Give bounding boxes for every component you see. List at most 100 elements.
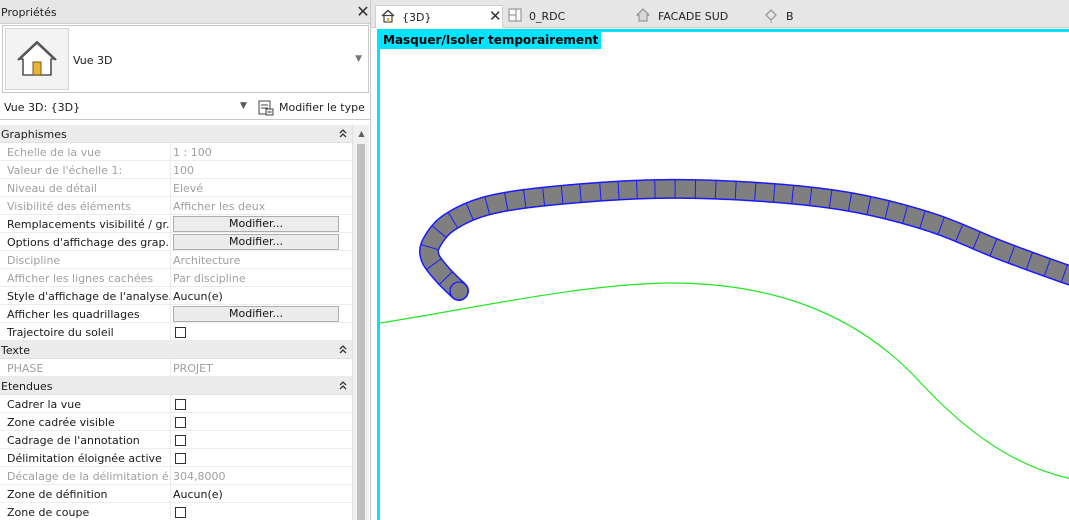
property-group-header[interactable]: Texte <box>0 341 352 359</box>
property-group-header[interactable]: Etendues <box>0 377 352 395</box>
property-row: Niveau de détail Elevé <box>0 179 352 197</box>
tab-3d[interactable]: {3D} ✕ <box>375 5 503 28</box>
property-row: Zone de définition Aucun(e) <box>0 485 352 503</box>
property-row: Zone de coupe <box>0 503 352 520</box>
collapse-icon[interactable] <box>338 379 348 394</box>
property-row: Afficher les quadrillages Modifier... <box>0 305 352 323</box>
property-name: Valeur de l'échelle 1: <box>7 164 123 177</box>
property-name: Afficher les lignes cachées <box>7 272 154 285</box>
property-row: Visibilité des éléments Afficher les deux <box>0 197 352 215</box>
tab-b[interactable]: B <box>761 5 821 27</box>
instance-selector: Vue 3D: {3D} ▼ Modifier le type <box>0 96 370 120</box>
instance-dropdown[interactable]: Vue 3D: {3D} <box>4 101 80 114</box>
close-icon[interactable]: ✕ <box>355 3 370 21</box>
terrain-curve <box>380 282 1069 479</box>
property-group-label: Etendues <box>1 380 53 393</box>
close-icon[interactable]: ✕ <box>489 7 502 25</box>
house-icon <box>380 8 396 24</box>
type-name: Vue 3D <box>73 54 113 67</box>
properties-title: Propriétés <box>1 6 57 19</box>
property-checkbox[interactable] <box>175 399 186 410</box>
collapse-icon[interactable] <box>338 343 348 358</box>
edit-type-icon[interactable] <box>257 99 275 117</box>
property-row: Cadrer la vue <box>0 395 352 413</box>
section-icon <box>763 7 779 23</box>
edit-type-button[interactable]: Modifier le type <box>279 101 365 114</box>
property-row: Zone cadrée visible <box>0 413 352 431</box>
property-row: Options d'affichage des grap... Modifier.… <box>0 233 352 251</box>
property-checkbox[interactable] <box>175 435 186 446</box>
property-name: Zone de coupe <box>7 506 90 519</box>
elevation-icon <box>635 7 651 23</box>
property-name: Options d'affichage des grap... <box>7 236 170 249</box>
tab-label: 0_RDC <box>529 10 566 23</box>
property-name: Décalage de la délimitation é... <box>7 470 170 483</box>
scroll-up-arrow-icon[interactable]: ▲ <box>353 125 370 142</box>
property-name: Zone de définition <box>7 488 108 501</box>
property-checkbox[interactable] <box>175 417 186 428</box>
property-name: Niveau de détail <box>7 182 97 195</box>
type-selector[interactable]: Vue 3D ▼ <box>2 25 369 93</box>
properties-palette: Propriétés ✕ Vue 3D ▼ Vue 3D: {3D} ▼ Mod… <box>0 0 371 520</box>
property-value[interactable]: Aucun(e) <box>173 488 223 501</box>
property-name: Style d'affichage de l'analyse... <box>7 290 170 303</box>
property-name: Délimitation éloignée active <box>7 452 162 465</box>
tab-facade-sud[interactable]: FACADE SUD <box>635 5 755 27</box>
temporary-hide-isolate-banner: Masquer/Isoler temporairement <box>380 32 602 49</box>
property-row: Cadrage de l'annotation <box>0 431 352 449</box>
house-icon <box>5 28 69 90</box>
view-tab-bar: {3D} ✕ 0_RDC FACADE SUD B <box>371 0 1069 28</box>
scrollbar-thumb[interactable] <box>357 144 365 520</box>
tab-0-rdc[interactable]: 0_RDC <box>505 5 615 27</box>
property-checkbox[interactable] <box>175 327 186 338</box>
chevron-down-icon[interactable]: ▼ <box>355 54 362 64</box>
property-row: Valeur de l'échelle 1: 100 <box>0 161 352 179</box>
property-checkbox[interactable] <box>175 507 186 518</box>
tab-label: B <box>786 10 794 23</box>
curved-pipe <box>419 178 1069 301</box>
edit-button[interactable]: Modifier... <box>173 216 339 232</box>
property-name: Trajectoire du soleil <box>7 326 114 339</box>
collapse-icon[interactable] <box>338 127 348 142</box>
property-row: Trajectoire du soleil <box>0 323 352 341</box>
property-value: Par discipline <box>173 272 246 285</box>
tab-label: {3D} <box>402 11 432 24</box>
property-name: Remplacements visibilité / gr... <box>7 218 170 231</box>
property-value: PROJET <box>173 362 213 375</box>
edit-button[interactable]: Modifier... <box>173 306 339 322</box>
property-name: PHASE <box>7 362 44 375</box>
property-row: Remplacements visibilité / gr... Modifier… <box>0 215 352 233</box>
property-group-label: Graphismes <box>1 128 67 141</box>
property-value: 1 : 100 <box>173 146 212 159</box>
edit-button[interactable]: Modifier... <box>173 234 339 250</box>
property-checkbox[interactable] <box>175 453 186 464</box>
property-row: Délimitation éloignée active <box>0 449 352 467</box>
property-group-header[interactable]: Graphismes <box>0 125 352 143</box>
property-value: Architecture <box>173 254 241 267</box>
property-row: Echelle de la vue 1 : 100 <box>0 143 352 161</box>
property-row: Discipline Architecture <box>0 251 352 269</box>
property-name: Cadrer la vue <box>7 398 82 411</box>
property-value: 100 <box>173 164 194 177</box>
property-row: PHASE PROJET <box>0 359 352 377</box>
chevron-down-icon[interactable]: ▼ <box>240 101 247 111</box>
3d-scene <box>380 178 1069 479</box>
property-name: Echelle de la vue <box>7 146 101 159</box>
properties-scrollbar[interactable]: ▲ <box>352 125 369 520</box>
floor-plan-icon <box>507 7 523 23</box>
properties-title-bar: Propriétés ✕ <box>0 0 370 24</box>
property-name: Zone cadrée visible <box>7 416 115 429</box>
property-value: Afficher les deux <box>173 200 266 213</box>
property-group-label: Texte <box>1 344 31 357</box>
property-name: Afficher les quadrillages <box>7 308 140 321</box>
property-row: Style d'affichage de l'analyse... Aucun(e… <box>0 287 352 305</box>
property-value: 304,8000 <box>173 470 226 483</box>
property-name: Visibilité des éléments <box>7 200 131 213</box>
property-value[interactable]: Aucun(e) <box>173 290 223 303</box>
property-name: Discipline <box>7 254 61 267</box>
pipe-end-cap <box>449 281 469 301</box>
properties-grid: Graphismes Echelle de la vue 1 : 100 Valeur… <box>0 125 352 520</box>
property-name: Cadrage de l'annotation <box>7 434 140 447</box>
3d-viewport[interactable]: Masquer/Isoler temporairement <box>377 29 1069 520</box>
property-row: Afficher les lignes cachées Par disciplin… <box>0 269 352 287</box>
